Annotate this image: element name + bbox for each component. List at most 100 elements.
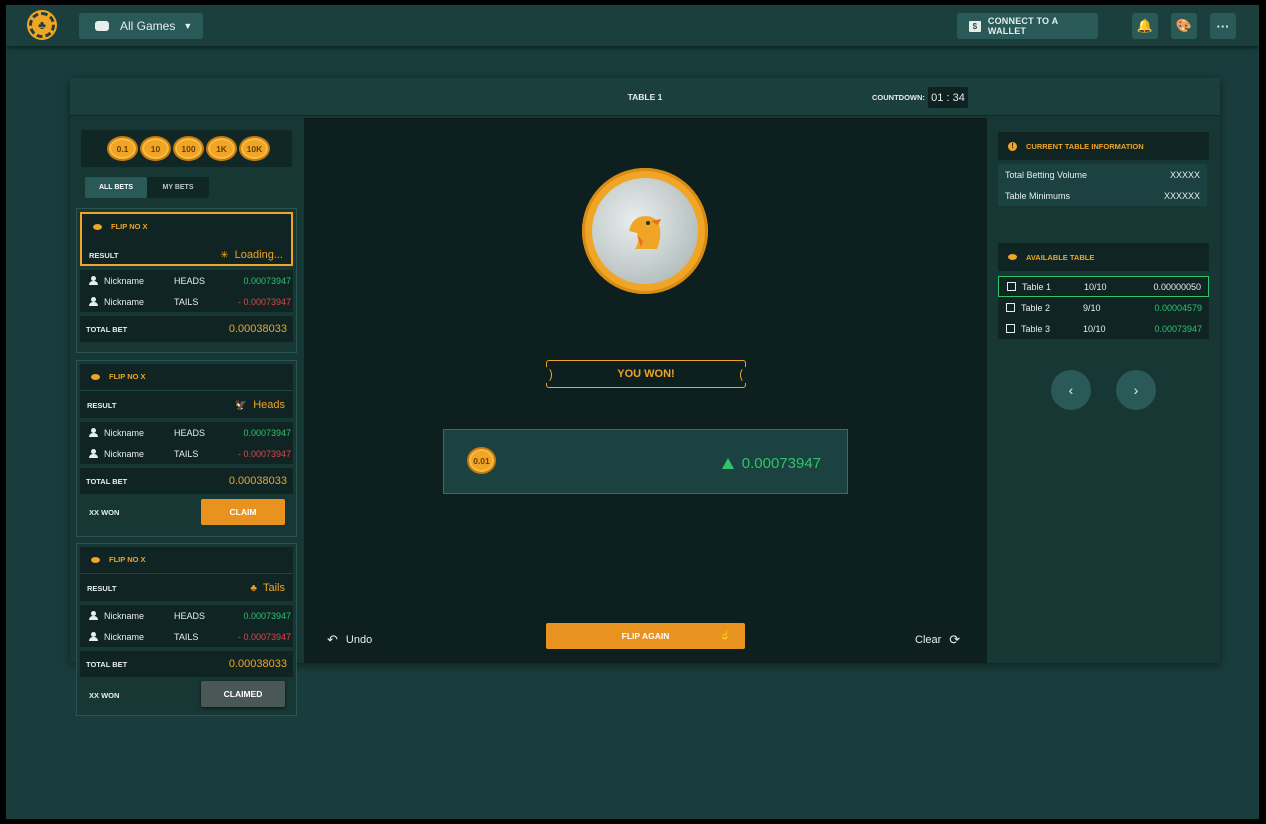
all-games-dropdown[interactable]: All Games ▼ — [79, 13, 203, 39]
bet-amount: 0.00073947 — [243, 610, 291, 621]
info-row: Table Minimums XXXXXX — [998, 185, 1207, 206]
bet-nickname: Nickname — [104, 296, 145, 307]
bet-side: HEADS — [174, 275, 206, 286]
bet-nickname: Nickname — [104, 610, 145, 621]
bet-row: Nickname TAILS - 0.00073947 — [80, 291, 293, 312]
flip-label-text: FLIP NO X — [111, 222, 148, 231]
loading-spinner-icon: ✳ — [220, 249, 229, 261]
pointer-hand-icon: ☝ — [719, 630, 731, 640]
bet-side: HEADS — [174, 427, 206, 438]
coin-icon — [93, 223, 102, 230]
coin-icon — [91, 373, 100, 380]
user-icon — [89, 449, 98, 458]
prev-page-button[interactable]: ‹ — [1051, 370, 1091, 410]
claimed-button[interactable]: CLAIMED — [201, 681, 285, 707]
total-bet-value: 0.00038033 — [228, 658, 287, 670]
result-label: RESULT — [87, 584, 117, 593]
table-row[interactable]: Table 1 10/10 0.00000050 — [998, 276, 1209, 297]
eagle-icon — [629, 216, 661, 249]
chip-10[interactable]: 10 — [140, 136, 171, 161]
flip-label-text: FLIP NO X — [109, 555, 146, 564]
bet-tabs: ALL BETS MY BETS — [85, 177, 209, 198]
more-options-icon[interactable]: ··· — [1210, 13, 1236, 39]
arrow-up-icon — [721, 458, 734, 469]
casino-chip-logo-icon[interactable]: ♣ — [29, 12, 55, 38]
table-row[interactable]: Table 2 9/10 0.00004579 — [998, 297, 1209, 318]
user-icon — [89, 611, 98, 620]
tab-all-bets[interactable]: ALL BETS — [85, 177, 147, 198]
chip-selector: 0.1 10 100 1K 10K — [81, 130, 292, 167]
flip-label: FLIP NO X — [93, 222, 148, 231]
you-won-banner: YOU WON! — [540, 360, 752, 388]
play-area: YOU WON! 0.01 0.00073947 ↶ Undo FLIP AGA… — [304, 118, 987, 663]
clear-label: Clear — [915, 634, 942, 646]
flip-label-text: FLIP NO X — [109, 372, 146, 381]
chip-0-1[interactable]: 0.1 — [107, 136, 138, 161]
bet-row: Nickname TAILS - 0.00073947 — [80, 626, 293, 647]
bet-list: Nickname HEADS 0.00073947 Nickname TAILS - 0… — [80, 270, 293, 312]
info-value: XXXXXX — [1163, 190, 1200, 201]
bet-row: Nickname HEADS 0.00073947 — [80, 605, 293, 626]
coin-face — [592, 178, 698, 284]
chip-1k[interactable]: 1K — [206, 136, 237, 161]
table-value: 0.00000050 — [1153, 281, 1201, 292]
total-bet-value: 0.00038033 — [228, 323, 287, 335]
chevron-down-icon: ▼ — [183, 21, 193, 31]
table-info-header: ! CURRENT TABLE INFORMATION — [998, 132, 1209, 160]
eagle-heads-icon: 🦅 — [234, 399, 248, 411]
user-icon — [89, 297, 98, 306]
divider — [80, 390, 293, 391]
flip-again-button[interactable]: FLIP AGAIN ☝ — [546, 623, 745, 649]
table-value: 0.00073947 — [1154, 323, 1202, 334]
bet-nickname: Nickname — [104, 448, 145, 459]
undo-button[interactable]: ↶ Undo — [327, 632, 372, 648]
info-row: Total Betting Volume XXXXX — [998, 164, 1207, 185]
flip-label: FLIP NO X — [91, 555, 146, 564]
table-name: Table 2 — [1021, 302, 1051, 313]
total-bet-row: TOTAL BET 0.00038033 — [80, 468, 293, 494]
tab-my-bets[interactable]: MY BETS — [147, 177, 209, 198]
flip-again-label: FLIP AGAIN — [621, 631, 670, 641]
win-amount: 0.00073947 — [721, 455, 821, 472]
clear-button[interactable]: Clear ⟳ — [915, 632, 960, 648]
table-name: Table 3 — [1021, 323, 1051, 334]
bet-card: FLIP NO X RESULT ♣ Tails Nickname HEADS 0.0… — [76, 543, 297, 716]
bet-amount: - 0.00073947 — [237, 296, 291, 307]
table-value: 0.00004579 — [1154, 302, 1202, 313]
won-row: XX WON CLAIM — [77, 494, 296, 530]
info-icon: ! — [1008, 141, 1017, 151]
won-row: XX WON CLAIMED — [77, 677, 296, 713]
flip-label: FLIP NO X — [91, 372, 146, 381]
table-row[interactable]: Table 3 10/10 0.00073947 — [998, 318, 1209, 339]
won-label: XX WON — [89, 507, 120, 517]
total-bet-label: TOTAL BET — [86, 476, 128, 486]
claim-button[interactable]: CLAIM — [201, 499, 285, 525]
won-label: XX WON — [89, 690, 120, 700]
notification-bell-icon[interactable]: 🔔 — [1132, 13, 1158, 39]
countdown-timer: 01 : 34 — [928, 87, 968, 108]
chip-10k[interactable]: 10K — [239, 136, 270, 161]
total-bet-row: TOTAL BET 0.00038033 — [80, 316, 293, 342]
bet-card: FLIP NO X RESULT ✳ Loading... Nickname HEA… — [76, 208, 297, 353]
gamepad-icon — [95, 21, 109, 31]
result-value: 🦅 Heads — [235, 399, 285, 411]
palette-icon[interactable]: 🎨 — [1171, 13, 1197, 39]
connect-wallet-button[interactable]: $ CONNECT TO A WALLET — [957, 13, 1098, 39]
table-name: Table 1 — [1022, 281, 1052, 292]
flip-header: FLIP NO X RESULT ♣ Tails — [80, 547, 293, 601]
bet-card: FLIP NO X RESULT 🦅 Heads Nickname HEADS 0.0… — [76, 360, 297, 537]
bet-row: Nickname HEADS 0.00073947 — [80, 270, 293, 291]
bet-nickname: Nickname — [104, 427, 145, 438]
chevron-right-icon: › — [1133, 382, 1139, 398]
win-amount-value: 0.00073947 — [741, 455, 821, 472]
next-page-button[interactable]: › — [1116, 370, 1156, 410]
undo-icon: ↶ — [327, 632, 338, 647]
bet-side: TAILS — [174, 631, 199, 642]
result-value: ♣ Tails — [250, 582, 285, 594]
total-bet-value: 0.00038033 — [228, 475, 287, 487]
table-seats: 9/10 — [1083, 302, 1101, 313]
chip-100[interactable]: 100 — [173, 136, 204, 161]
divider — [80, 573, 293, 574]
all-games-label: All Games — [120, 19, 176, 33]
result-value: ✳ Loading... — [220, 249, 283, 261]
